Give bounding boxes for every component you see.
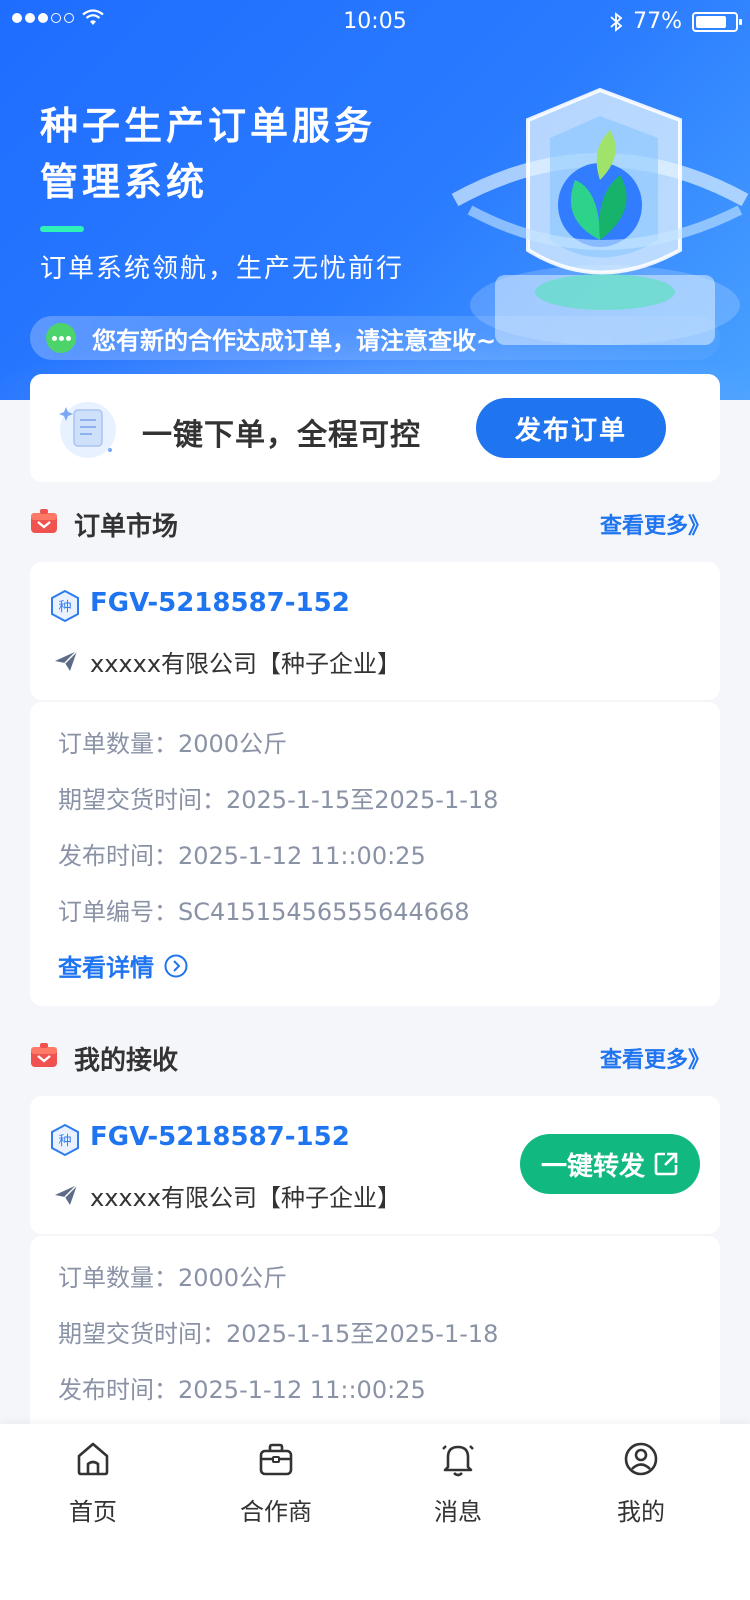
chevron-circle-icon [164, 954, 188, 977]
received-title: 我的接收 [74, 1046, 179, 1076]
view-details-link[interactable]: 查看详情 [58, 948, 188, 983]
bottom-tab-bar: 首页 合作商 消息 我的 [0, 1424, 750, 1600]
tab-partners[interactable]: 合作商 [216, 1440, 336, 1527]
status-bar: 10:05 77% [0, 0, 750, 44]
tab-home[interactable]: 首页 [33, 1440, 153, 1527]
company-name: xxxxx有限公司【种子企业】 [90, 650, 402, 678]
publish-time: 发布时间：2025-1-12 11::00:25 [58, 842, 426, 870]
market-more-link[interactable]: 查看更多》 [600, 508, 710, 540]
document-icon [59, 402, 116, 458]
svg-text:种: 种 [58, 600, 71, 615]
market-order-details: 订单数量：2000公斤 期望交货时间：2025-1-15至2025-1-18 发… [30, 702, 720, 1006]
bluetooth-icon [610, 11, 623, 32]
user-icon [624, 1442, 658, 1476]
quick-order-text: 一键下单，全程可控 [142, 418, 421, 453]
quick-order-card: 一键下单，全程可控 发布订单 [30, 374, 720, 482]
order-quantity: 订单数量：2000公斤 [58, 1264, 288, 1292]
market-section-header: 订单市场 查看更多》 [30, 500, 720, 544]
battery-icon [692, 11, 742, 32]
seed-shield-illustration [451, 87, 749, 345]
external-share-icon [654, 1152, 678, 1176]
briefcase-icon [259, 1443, 293, 1476]
received-order-details: 订单数量：2000公斤 期望交货时间：2025-1-15至2025-1-18 发… [30, 1236, 720, 1436]
tab-messages[interactable]: 消息 [398, 1440, 518, 1527]
received-order-header[interactable]: 种 FGV-5218587-152 xxxxx有限公司【种子企业】 一键转发 [30, 1096, 720, 1234]
received-section-header: 我的接收 查看更多》 [30, 1034, 720, 1078]
seed-badge-icon: 种 [51, 590, 79, 622]
order-code: FGV-5218587-152 [90, 588, 350, 618]
forward-button[interactable]: 一键转发 [520, 1134, 700, 1194]
publish-order-button[interactable]: 发布订单 [476, 398, 666, 458]
app-subtitle: 订单系统领航，生产无忧前行 [40, 254, 405, 284]
svg-text:种: 种 [58, 1134, 71, 1149]
home-icon [77, 1442, 109, 1476]
market-title: 订单市场 [74, 512, 179, 542]
tab-me[interactable]: 我的 [581, 1440, 701, 1527]
delivery-time: 期望交货时间：2025-1-15至2025-1-18 [58, 1320, 499, 1348]
market-order-header[interactable]: 种 FGV-5218587-152 xxxxx有限公司【种子企业】 [30, 562, 720, 700]
hero-banner: 10:05 77% 种子生产订单服务 管理系统 订单系统领航，生产无忧前行 您有… [0, 0, 750, 400]
chat-bubble-icon [46, 323, 76, 353]
order-quantity: 订单数量：2000公斤 [58, 730, 288, 758]
order-number: 订单编号：SC41515456555644668 [58, 898, 470, 926]
paper-plane-icon [55, 650, 78, 671]
app-title: 种子生产订单服务 管理系统 [40, 104, 377, 204]
battery-percent: 77% [633, 9, 682, 34]
notice-text: 您有新的合作达成订单，请注意查收~ [92, 326, 497, 355]
delivery-time: 期望交货时间：2025-1-15至2025-1-18 [58, 786, 499, 814]
paper-plane-icon [55, 1184, 78, 1205]
shop-icon [31, 509, 57, 533]
bell-icon [442, 1445, 474, 1477]
shop-icon [31, 1043, 57, 1067]
seed-badge-icon: 种 [51, 1124, 79, 1156]
title-accent-bar [40, 226, 84, 232]
company-name: xxxxx有限公司【种子企业】 [90, 1184, 402, 1212]
publish-time: 发布时间：2025-1-12 11::00:25 [58, 1376, 426, 1404]
received-more-link[interactable]: 查看更多》 [600, 1042, 710, 1074]
notice-bar[interactable]: 您有新的合作达成订单，请注意查收~ [30, 316, 720, 360]
order-code: FGV-5218587-152 [90, 1122, 350, 1152]
